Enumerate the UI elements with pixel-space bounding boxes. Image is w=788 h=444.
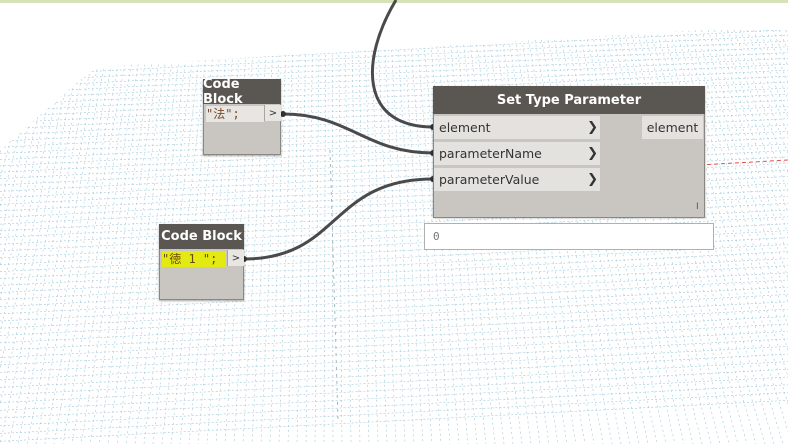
code-block-node-1[interactable]: Code Block "法"; > <box>203 77 281 155</box>
output-port[interactable]: > <box>227 250 244 266</box>
code-block-node-2[interactable]: Code Block "徳 1 "; > <box>159 224 244 300</box>
z-axis-line <box>329 149 339 421</box>
input-port-element[interactable]: element ❯ <box>434 116 600 139</box>
wire-element[interactable] <box>370 0 434 129</box>
node-body: "徳 1 "; > <box>159 249 244 300</box>
set-type-parameter-node[interactable]: Set Type Parameter element ❯ parameterNa… <box>433 86 705 218</box>
code-editor[interactable]: "徳 1 "; <box>162 251 226 267</box>
chevron-right-icon[interactable]: ❯ <box>587 168 598 191</box>
node-title[interactable]: Code Block <box>159 224 244 249</box>
port-label: element <box>439 120 491 135</box>
canvas-background <box>0 0 788 444</box>
x-axis-line <box>699 159 788 166</box>
dynamo-canvas[interactable]: Code Block "法"; > Code Block "徳 1 "; > S… <box>0 0 788 444</box>
node-title[interactable]: Set Type Parameter <box>433 86 705 114</box>
preview-bubble[interactable]: 0 <box>424 223 714 250</box>
input-port-parameter-value[interactable]: parameterValue ❯ <box>434 168 600 191</box>
wire-parameter-value[interactable] <box>243 177 434 261</box>
chevron-right-icon[interactable]: ❯ <box>587 116 598 139</box>
node-title[interactable]: Code Block <box>203 77 281 107</box>
code-editor[interactable]: "法"; <box>206 106 264 122</box>
node-body: "法"; > <box>203 104 281 155</box>
output-port[interactable]: > <box>264 105 281 121</box>
output-port-element[interactable]: element <box>642 116 703 139</box>
node-body: element ❯ parameterName ❯ parameterValue… <box>433 114 705 218</box>
input-port-parameter-name[interactable]: parameterName ❯ <box>434 142 600 165</box>
port-label: parameterName <box>439 146 542 161</box>
chevron-right-icon[interactable]: ❯ <box>587 142 598 165</box>
wire-parameter-name[interactable] <box>282 112 434 155</box>
lacing-indicator[interactable]: I <box>696 202 699 212</box>
port-label: parameterValue <box>439 172 540 187</box>
